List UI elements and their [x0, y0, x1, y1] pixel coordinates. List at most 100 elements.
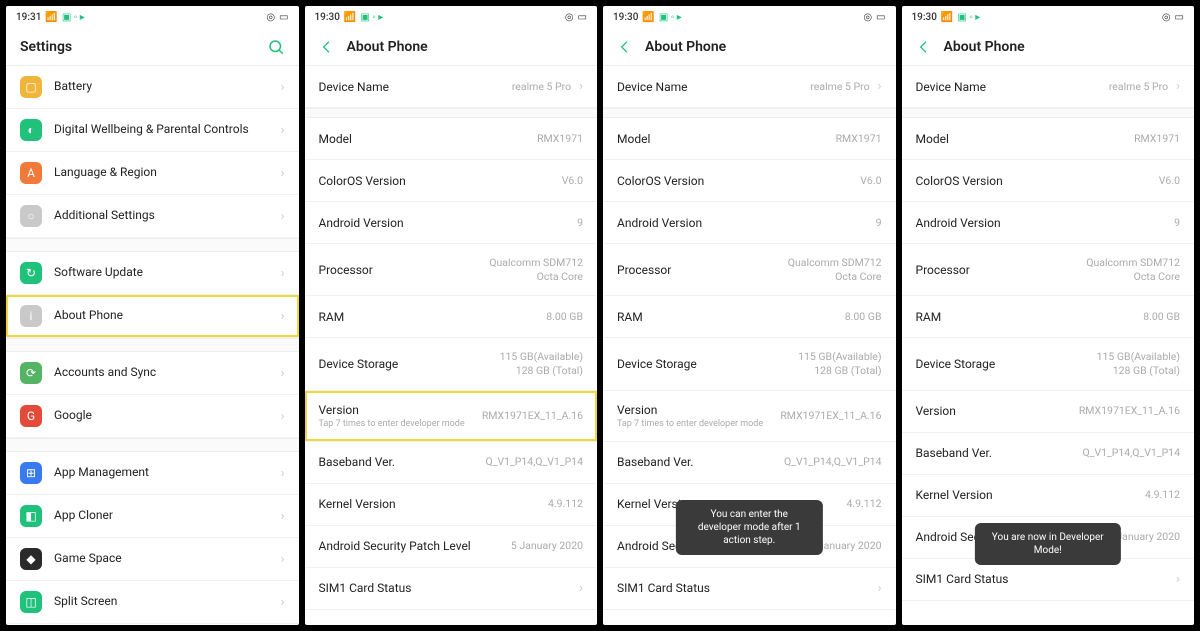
about-row[interactable]: Device Namerealme 5 Pro› — [305, 66, 598, 108]
about-value: 8.00 GB — [845, 310, 882, 324]
settings-item[interactable]: GGoogle› — [6, 395, 299, 438]
about-label: Android Version — [916, 216, 1175, 230]
item-label: App Management — [54, 465, 273, 481]
settings-item[interactable]: ALanguage & Region› — [6, 152, 299, 195]
status-time: 19:30 — [613, 12, 638, 23]
about-label: ColorOS Version — [916, 174, 1159, 188]
phone-about-toast1: 19:30 📶 ▣ ◦ ▸ ◎ ▭ About Phone Device Nam… — [603, 6, 896, 625]
about-row[interactable]: ColorOS VersionV6.0 — [603, 160, 896, 202]
item-icon: ◧ — [20, 505, 42, 527]
phone-about-highlight: 19:30 📶 ▣ ◦ ▸ ◎ ▭ About Phone Device Nam… — [305, 6, 598, 625]
settings-item[interactable]: ▢Battery› — [6, 66, 299, 109]
signal-icon: 📶 — [642, 12, 654, 23]
about-value: V6.0 — [562, 174, 583, 188]
item-label: Accounts and Sync — [54, 365, 273, 381]
item-icon: G — [20, 405, 42, 427]
about-row[interactable]: RAM8.00 GB — [305, 296, 598, 338]
about-row[interactable]: RAM8.00 GB — [902, 296, 1195, 338]
back-icon[interactable] — [916, 39, 932, 55]
section-divider — [6, 238, 299, 252]
settings-item[interactable]: ⊞App Management› — [6, 452, 299, 495]
about-row[interactable]: RAM8.00 GB — [603, 296, 896, 338]
about-sub: Tap 7 times to enter developer mode — [319, 419, 482, 429]
status-bar: 19:30 📶 ▣ ◦ ▸ ◎ ▭ — [305, 6, 598, 28]
about-row[interactable]: Kernel Version4.9.112 — [902, 475, 1195, 517]
about-row[interactable]: Device Namerealme 5 Pro› — [603, 66, 896, 108]
item-label: About Phone — [54, 308, 273, 324]
about-row[interactable]: Android Version9 — [305, 202, 598, 244]
about-row[interactable]: Android Version9 — [902, 202, 1195, 244]
item-icon: ○ — [20, 205, 42, 227]
item-label: Language & Region — [54, 165, 273, 181]
item-label: App Cloner — [54, 508, 273, 524]
settings-item[interactable]: ◫Split Screen› — [6, 581, 299, 624]
about-label: Android Security Patch Level — [319, 539, 511, 553]
about-label: Device Name — [916, 80, 1109, 94]
about-row[interactable]: ColorOS VersionV6.0 — [305, 160, 598, 202]
about-row[interactable]: ColorOS VersionV6.0 — [902, 160, 1195, 202]
about-row[interactable]: Kernel Version4.9.112 — [305, 484, 598, 526]
settings-item[interactable]: ⟳Accounts and Sync› — [6, 352, 299, 395]
item-icon: ↻ — [20, 262, 42, 284]
chevron-right-icon: › — [281, 309, 285, 324]
about-value: RMX1971 — [836, 132, 882, 146]
about-row[interactable]: Device Storage115 GB(Available)128 GB (T… — [305, 338, 598, 390]
vibrate-icon: ◎ — [565, 12, 574, 23]
settings-item[interactable]: ◐Digital Wellbeing & Parental Controls› — [6, 109, 299, 152]
about-row[interactable]: Device Storage115 GB(Available)128 GB (T… — [603, 338, 896, 390]
page-title: Settings — [20, 39, 255, 55]
about-row[interactable]: Device Namerealme 5 Pro› — [902, 66, 1195, 108]
settings-item[interactable]: ○Additional Settings› — [6, 195, 299, 238]
item-label: Game Space — [54, 551, 273, 567]
about-value: V6.0 — [1159, 174, 1180, 188]
item-icon: A — [20, 162, 42, 184]
about-value: Q_V1_P14,Q_V1_P14 — [1083, 446, 1181, 460]
about-row[interactable]: ProcessorQualcomm SDM712Octa Core — [305, 244, 598, 296]
phone-settings: 19:31 📶 ▣ ◦ ▸ ◎ ▭ Settings ▢Battery›◐Dig… — [6, 6, 299, 625]
about-row[interactable]: ModelRMX1971 — [603, 118, 896, 160]
about-row[interactable]: ProcessorQualcomm SDM712Octa Core — [902, 244, 1195, 296]
back-icon[interactable] — [617, 39, 633, 55]
about-row[interactable]: ModelRMX1971 — [305, 118, 598, 160]
about-row[interactable]: ModelRMX1971 — [902, 118, 1195, 160]
about-value: Qualcomm SDM712Octa Core — [788, 256, 882, 283]
about-value: Q_V1_P14,Q_V1_P14 — [486, 455, 584, 469]
settings-item[interactable]: iAbout Phone› — [6, 295, 299, 338]
about-label: Model — [916, 132, 1135, 146]
about-row[interactable]: Baseband Ver.Q_V1_P14,Q_V1_P14 — [603, 442, 896, 484]
about-row[interactable]: VersionTap 7 times to enter developer mo… — [603, 391, 896, 442]
about-label: RAM — [617, 310, 845, 324]
about-value: Q_V1_P14,Q_V1_P14 — [784, 455, 882, 469]
about-row[interactable]: Baseband Ver.Q_V1_P14,Q_V1_P14 — [902, 433, 1195, 475]
settings-list: ▢Battery›◐Digital Wellbeing & Parental C… — [6, 66, 299, 625]
item-icon: ◐ — [20, 119, 42, 141]
settings-item[interactable]: ◆Game Space› — [6, 538, 299, 581]
about-label: Device Name — [617, 80, 810, 94]
about-row[interactable]: SIM1 Card Status› — [603, 568, 896, 610]
about-row[interactable]: ProcessorQualcomm SDM712Octa Core — [603, 244, 896, 296]
about-value: 115 GB(Available)128 GB (Total) — [798, 350, 881, 377]
about-row[interactable]: Android Version9 — [603, 202, 896, 244]
about-row[interactable]: Baseband Ver.Q_V1_P14,Q_V1_P14 — [305, 442, 598, 484]
section-divider — [902, 108, 1195, 118]
about-row[interactable]: SIM1 Card Status› — [305, 568, 598, 610]
page-title: About Phone — [347, 39, 584, 55]
back-icon[interactable] — [319, 39, 335, 55]
status-time: 19:30 — [315, 12, 340, 23]
chevron-right-icon: › — [281, 509, 285, 524]
chevron-right-icon: › — [281, 552, 285, 567]
search-icon[interactable] — [267, 38, 285, 56]
about-label: Device Storage — [916, 357, 1097, 371]
about-label: Version — [319, 403, 482, 417]
about-value: 4.9.112 — [1145, 488, 1180, 502]
about-row[interactable]: Android Security Patch Level5 January 20… — [305, 526, 598, 568]
settings-item[interactable]: ↻Software Update› — [6, 252, 299, 295]
status-time: 19:30 — [912, 12, 937, 23]
settings-item[interactable]: ◧ App Cloner › — [6, 495, 299, 538]
about-value: V6.0 — [860, 174, 881, 188]
about-row[interactable]: Device Storage115 GB(Available)128 GB (T… — [902, 338, 1195, 390]
about-label: Android Version — [617, 216, 876, 230]
about-row[interactable]: Version Tap 7 times to enter developer mo… — [305, 391, 598, 442]
status-bar: 19:30 📶 ▣ ◦ ▸ ◎ ▭ — [603, 6, 896, 28]
about-row[interactable]: VersionRMX1971EX_11_A.16 — [902, 391, 1195, 433]
